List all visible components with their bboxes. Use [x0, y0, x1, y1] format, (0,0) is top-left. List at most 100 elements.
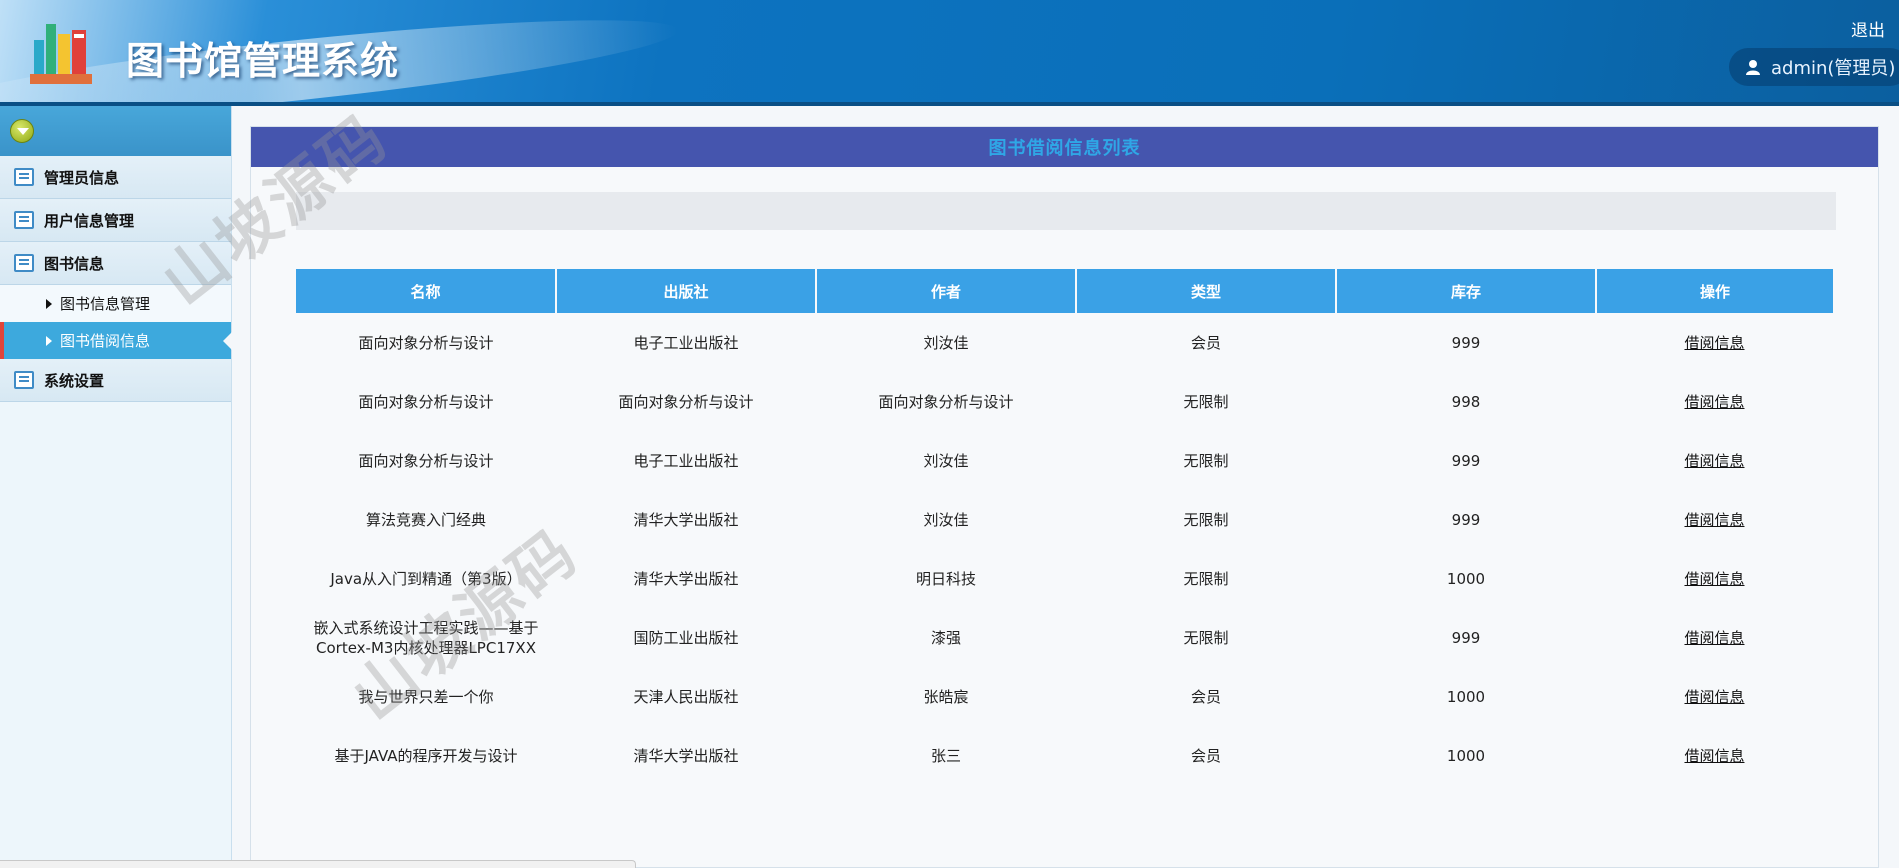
search-bar[interactable] [296, 192, 1836, 230]
sidebar-item-system-settings[interactable]: 系统设置 [0, 359, 231, 402]
list-icon [14, 371, 34, 389]
sidebar-item-admin-info[interactable]: 管理员信息 [0, 156, 231, 199]
borrow-info-link[interactable]: 借阅信息 [1684, 393, 1744, 411]
borrow-info-link[interactable]: 借阅信息 [1684, 747, 1744, 765]
sidebar-item-user-management[interactable]: 用户信息管理 [0, 199, 231, 242]
cell-author: 明日科技 [915, 569, 976, 588]
menu-toggle-icon[interactable] [10, 119, 34, 143]
cell-name: 算法竞赛入门经典 [365, 510, 486, 529]
cell-action: 借阅信息 [1596, 549, 1833, 608]
table-header-row: 名称 出版社 作者 类型 库存 操作 [296, 269, 1833, 313]
current-user-badge[interactable]: admin(管理员) [1729, 48, 1899, 86]
cell-type: 会员 [1190, 746, 1221, 765]
table-row: 算法竞赛入门经典 清华大学出版社 刘汝佳 无限制 999 借阅信息 [296, 490, 1833, 549]
logout-link[interactable]: 退出 [1851, 16, 1885, 41]
cell-name: 基于JAVA的程序开发与设计 [334, 746, 518, 765]
table-row: 面向对象分析与设计 电子工业出版社 刘汝佳 会员 999 借阅信息 [296, 313, 1833, 372]
books-logo-icon [30, 24, 92, 84]
list-icon [14, 168, 34, 186]
cell-stock: 1000 [1446, 569, 1486, 588]
cell-type: 无限制 [1183, 628, 1229, 647]
sidebar-item-label: 管理员信息 [44, 168, 120, 187]
cell-stock: 999 [1451, 510, 1481, 529]
borrow-info-link[interactable]: 借阅信息 [1684, 688, 1744, 706]
table-row: 基于JAVA的程序开发与设计 清华大学出版社 张三 会员 1000 借阅信息 [296, 726, 1833, 785]
cell-stock: 999 [1451, 628, 1481, 647]
cell-action: 借阅信息 [1596, 667, 1833, 726]
cell-type: 无限制 [1183, 569, 1229, 588]
cell-name: 我与世界只差一个你 [358, 687, 494, 706]
cell-publisher: 清华大学出版社 [633, 746, 739, 765]
column-header-action: 操作 [1596, 269, 1833, 313]
column-header-name: 名称 [296, 269, 557, 313]
cell-action: 借阅信息 [1596, 490, 1833, 549]
browser-status-bar [0, 860, 636, 868]
column-header-author: 作者 [816, 269, 1077, 313]
cell-stock: 1000 [1446, 687, 1486, 706]
page-title: 图书借阅信息列表 [251, 127, 1878, 167]
cell-author: 漆强 [930, 628, 961, 647]
sidebar-subitem-book-borrow[interactable]: 图书借阅信息 [0, 322, 232, 359]
cell-action: 借阅信息 [1596, 313, 1833, 372]
borrow-info-link[interactable]: 借阅信息 [1684, 511, 1744, 529]
cell-author: 刘汝佳 [923, 451, 969, 470]
sidebar-subitem-book-management[interactable]: 图书信息管理 [0, 285, 231, 322]
sidebar: 管理员信息 用户信息管理 图书信息 图书信息管理 图书借阅信息 系统设置 [0, 106, 232, 868]
cell-action: 借阅信息 [1596, 608, 1833, 667]
sidebar-item-book-info[interactable]: 图书信息 [0, 242, 231, 285]
sidebar-item-label: 系统设置 [44, 371, 105, 390]
cell-publisher: 面向对象分析与设计 [618, 392, 754, 411]
current-user-name: admin(管理员) [1771, 58, 1896, 79]
cell-name: Java从入门到精通（第3版） [330, 569, 522, 588]
cell-action: 借阅信息 [1596, 431, 1833, 490]
cell-name: 嵌入式系统设计工程实践——基于Cortex-M3内核处理器LPC17XX [313, 618, 539, 657]
sidebar-item-label: 图书信息 [44, 254, 105, 273]
caret-right-icon [46, 298, 52, 309]
table-row: 面向对象分析与设计 面向对象分析与设计 面向对象分析与设计 无限制 998 借阅… [296, 372, 1833, 431]
column-header-type: 类型 [1076, 269, 1337, 313]
table-row: 面向对象分析与设计 电子工业出版社 刘汝佳 无限制 999 借阅信息 [296, 431, 1833, 490]
caret-right-icon [46, 335, 52, 346]
list-icon [14, 254, 34, 272]
borrow-table: 名称 出版社 作者 类型 库存 操作 面向对象分析与设计 电子工业出版社 刘汝佳… [296, 269, 1833, 785]
borrow-info-link[interactable]: 借阅信息 [1684, 629, 1744, 647]
sidebar-subitem-label: 图书信息管理 [60, 295, 151, 313]
sidebar-item-label: 用户信息管理 [44, 211, 135, 230]
cell-action: 借阅信息 [1596, 372, 1833, 431]
cell-publisher: 天津人民出版社 [633, 687, 739, 706]
app-header: 图书馆管理系统 退出 admin(管理员) [0, 0, 1899, 106]
table-row: 我与世界只差一个你 天津人民出版社 张皓宸 会员 1000 借阅信息 [296, 667, 1833, 726]
cell-type: 会员 [1190, 687, 1221, 706]
user-icon [1746, 60, 1760, 75]
cell-author: 刘汝佳 [923, 333, 969, 352]
sidebar-subitem-label: 图书借阅信息 [60, 332, 151, 350]
cell-stock: 999 [1451, 333, 1481, 352]
cell-stock: 999 [1451, 451, 1481, 470]
cell-stock: 1000 [1446, 746, 1486, 765]
table-row: 嵌入式系统设计工程实践——基于Cortex-M3内核处理器LPC17XX 国防工… [296, 608, 1833, 667]
cell-publisher: 国防工业出版社 [633, 628, 739, 647]
borrow-info-link[interactable]: 借阅信息 [1684, 452, 1744, 470]
sidebar-top [0, 106, 231, 156]
cell-author: 刘汝佳 [923, 510, 969, 529]
cell-author: 张三 [930, 746, 961, 765]
cell-name: 面向对象分析与设计 [358, 333, 494, 352]
header-divider [0, 102, 1899, 106]
cell-name: 面向对象分析与设计 [358, 451, 494, 470]
borrow-info-link[interactable]: 借阅信息 [1684, 570, 1744, 588]
cell-author: 张皓宸 [923, 687, 969, 706]
cell-type: 无限制 [1183, 451, 1229, 470]
cell-name: 面向对象分析与设计 [358, 392, 494, 411]
cell-type: 会员 [1190, 333, 1221, 352]
borrow-info-link[interactable]: 借阅信息 [1684, 334, 1744, 352]
cell-type: 无限制 [1183, 510, 1229, 529]
main-panel: 图书借阅信息列表 名称 出版社 作者 类型 库存 操作 面向对象分析与设计 电子… [250, 126, 1879, 868]
column-header-publisher: 出版社 [556, 269, 817, 313]
app-title: 图书馆管理系统 [126, 39, 400, 83]
cell-publisher: 清华大学出版社 [633, 569, 739, 588]
cell-type: 无限制 [1183, 392, 1229, 411]
table-row: Java从入门到精通（第3版） 清华大学出版社 明日科技 无限制 1000 借阅… [296, 549, 1833, 608]
cell-author: 面向对象分析与设计 [878, 392, 1014, 411]
list-icon [14, 211, 34, 229]
cell-action: 借阅信息 [1596, 726, 1833, 785]
